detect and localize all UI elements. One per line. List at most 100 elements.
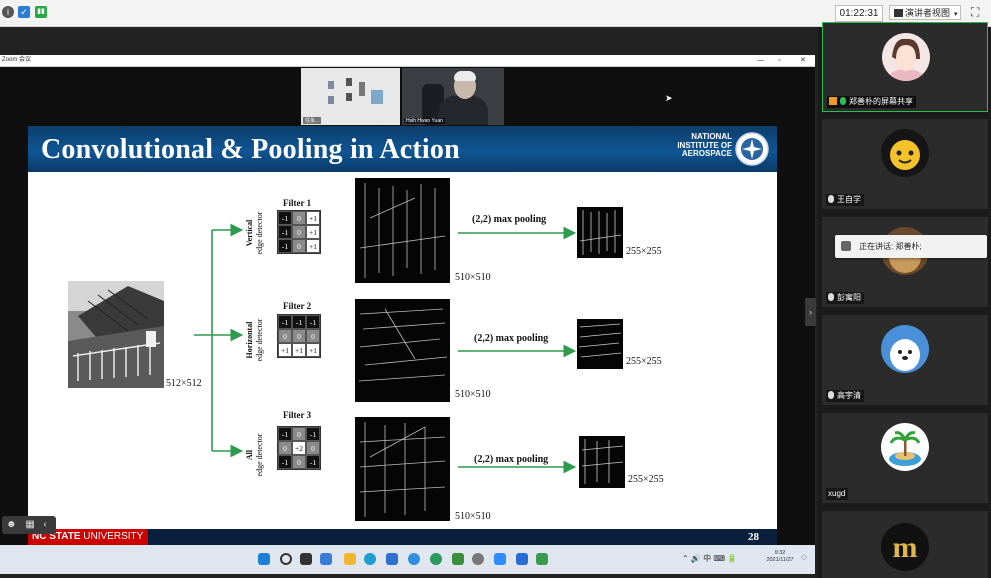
view-mode-button[interactable]: 演讲者视图 ▾ xyxy=(889,5,961,20)
app-icon[interactable] xyxy=(452,553,464,565)
mouse-cursor-icon: ➤ xyxy=(665,93,673,103)
chevron-left-icon[interactable]: ‹ xyxy=(44,519,47,530)
search-icon[interactable] xyxy=(280,553,292,565)
participant-tile[interactable]: xugd xyxy=(822,413,988,503)
slide-page-number: 28 xyxy=(748,531,759,543)
widgets-icon[interactable] xyxy=(320,553,332,565)
kernel-cell: -1 xyxy=(306,455,320,469)
thumb-content xyxy=(346,93,352,101)
active-speaker-text: 正在讲话: 郑善朴; xyxy=(859,242,922,251)
kernel-cell: -1 xyxy=(278,427,292,441)
kernel-cell: 0 xyxy=(306,441,320,455)
video-thumb-label: Hsih Hwan Yuan xyxy=(404,118,445,124)
zoom-window-titlebar: Zoom 会议 — ▫ ✕ xyxy=(0,55,815,67)
app-icon[interactable] xyxy=(430,553,442,565)
filter-label-bold: All xyxy=(245,449,254,461)
kernel-cell: 0 xyxy=(292,239,306,253)
pool-1-label: (2,2) max pooling xyxy=(472,214,547,225)
kernel-cell: 0 xyxy=(278,441,292,455)
participant-name-text: 高宇清 xyxy=(837,391,861,400)
grid-icon[interactable]: ▦ xyxy=(25,519,34,530)
kernel-cell: -1 xyxy=(278,455,292,469)
share-controls[interactable]: ☻ ▦ ‹ xyxy=(2,516,56,534)
participant-tile[interactable]: m xyxy=(822,511,988,578)
close-icon[interactable]: ✕ xyxy=(800,55,806,66)
avatar: m xyxy=(881,523,929,571)
minimize-icon[interactable]: — xyxy=(757,55,764,66)
chevron-down-icon: ▾ xyxy=(954,11,958,18)
app-icon[interactable] xyxy=(516,553,528,565)
filter-label-bold: Vertical xyxy=(245,219,254,247)
settings-icon[interactable] xyxy=(472,553,484,565)
ncsu-text: UNIVERSITY xyxy=(80,531,144,542)
kernel-cell: +1 xyxy=(306,211,320,225)
mic-icon xyxy=(840,97,846,105)
filter-2-title: Filter 2 xyxy=(283,301,312,311)
kernel-cell: 0 xyxy=(292,211,306,225)
grid-view-icon xyxy=(894,9,903,17)
emoji-icon[interactable]: ☻ xyxy=(6,519,17,530)
avatar-image: m xyxy=(881,523,929,571)
maximize-icon[interactable]: ▫ xyxy=(778,55,780,66)
conv-3-size: 510×510 xyxy=(455,511,491,522)
kernel-cell: 0 xyxy=(306,329,320,343)
person-hair xyxy=(454,71,476,81)
zoom-window-title: Zoom 会议 xyxy=(2,57,32,63)
collapse-panel-button[interactable]: › xyxy=(805,298,816,326)
avatar xyxy=(881,325,929,373)
participant-tile[interactable]: 高宇清 xyxy=(822,315,988,405)
view-mode-label: 演讲者视图 xyxy=(905,8,951,18)
participant-name: 高宇清 xyxy=(826,390,864,402)
edge-icon[interactable] xyxy=(364,553,376,565)
filter-label-bold: Horizontal xyxy=(245,321,254,359)
participant-tile[interactable]: 彭寓阳 xyxy=(822,217,988,307)
filter-2-kernel: -1 -1 -1 0 0 0 +1 +1 +1 xyxy=(277,314,321,358)
avatar xyxy=(881,423,929,471)
zoom-app-icon[interactable] xyxy=(494,553,506,565)
taskbar-clock[interactable]: 9:32 2021/11/27 xyxy=(762,550,798,564)
video-thumb[interactable]: Hsih Hwan Yuan xyxy=(402,68,504,125)
file-explorer-icon[interactable] xyxy=(344,553,356,565)
kernel-cell: -1 xyxy=(306,427,320,441)
store-icon[interactable] xyxy=(386,553,398,565)
system-tray[interactable]: ⌃ 🔊 中 ⌨ 🔋 xyxy=(682,553,737,564)
participant-name-text: 彭寓阳 xyxy=(837,293,861,302)
clock-time: 9:32 xyxy=(774,550,786,556)
notification-icon[interactable]: ◌ xyxy=(801,552,807,563)
filter-3-label: All edge detector xyxy=(245,425,267,485)
video-thumb[interactable]: 任永... xyxy=(301,68,400,125)
filter-1-label: Vertical edge detector xyxy=(245,203,267,263)
participant-name: 郑善朴的屏幕共享 xyxy=(827,96,916,108)
participant-name: 彭寓阳 xyxy=(826,292,864,304)
kernel-cell: -1 xyxy=(278,211,292,225)
conv-2-size: 510×510 xyxy=(455,389,491,400)
participant-name-text: 郑善朴的屏幕共享 xyxy=(849,97,913,106)
person-body xyxy=(438,96,488,125)
signal-icon[interactable]: ▮▮ xyxy=(35,6,47,18)
avatar-image xyxy=(881,423,929,471)
participant-tile[interactable]: 郑善朴的屏幕共享 xyxy=(822,22,988,112)
app-icon[interactable] xyxy=(536,553,548,565)
kernel-cell: 0 xyxy=(292,427,306,441)
conv-1-size: 510×510 xyxy=(455,272,491,283)
filter-label-text: edge detector xyxy=(255,318,264,362)
thumb-content xyxy=(359,82,365,96)
windows-start-icon[interactable] xyxy=(258,553,270,565)
info-icon[interactable]: i xyxy=(2,6,14,18)
edge-lines xyxy=(358,308,448,382)
pool-3-label: (2,2) max pooling xyxy=(474,454,549,465)
meeting-timer: 01:22:31 xyxy=(835,5,883,22)
participant-name-text: 王自学 xyxy=(837,195,861,204)
kernel-cell: -1 xyxy=(278,225,292,239)
kernel-cell: 0 xyxy=(278,329,292,343)
pool-2-label: (2,2) max pooling xyxy=(474,333,549,344)
filter-label-text: edge detector xyxy=(255,211,264,255)
filter-3-kernel: -1 0 -1 0 +2 0 -1 0 -1 xyxy=(277,426,321,470)
task-view-icon[interactable] xyxy=(300,553,312,565)
shield-icon[interactable]: ✓ xyxy=(18,6,30,18)
fullscreen-icon[interactable]: ⛶ xyxy=(971,6,979,18)
app-icon[interactable] xyxy=(408,553,420,565)
pooled-map-horizontal xyxy=(577,319,623,369)
kernel-cell: -1 xyxy=(278,239,292,253)
participant-tile[interactable]: 王自学 xyxy=(822,119,988,209)
